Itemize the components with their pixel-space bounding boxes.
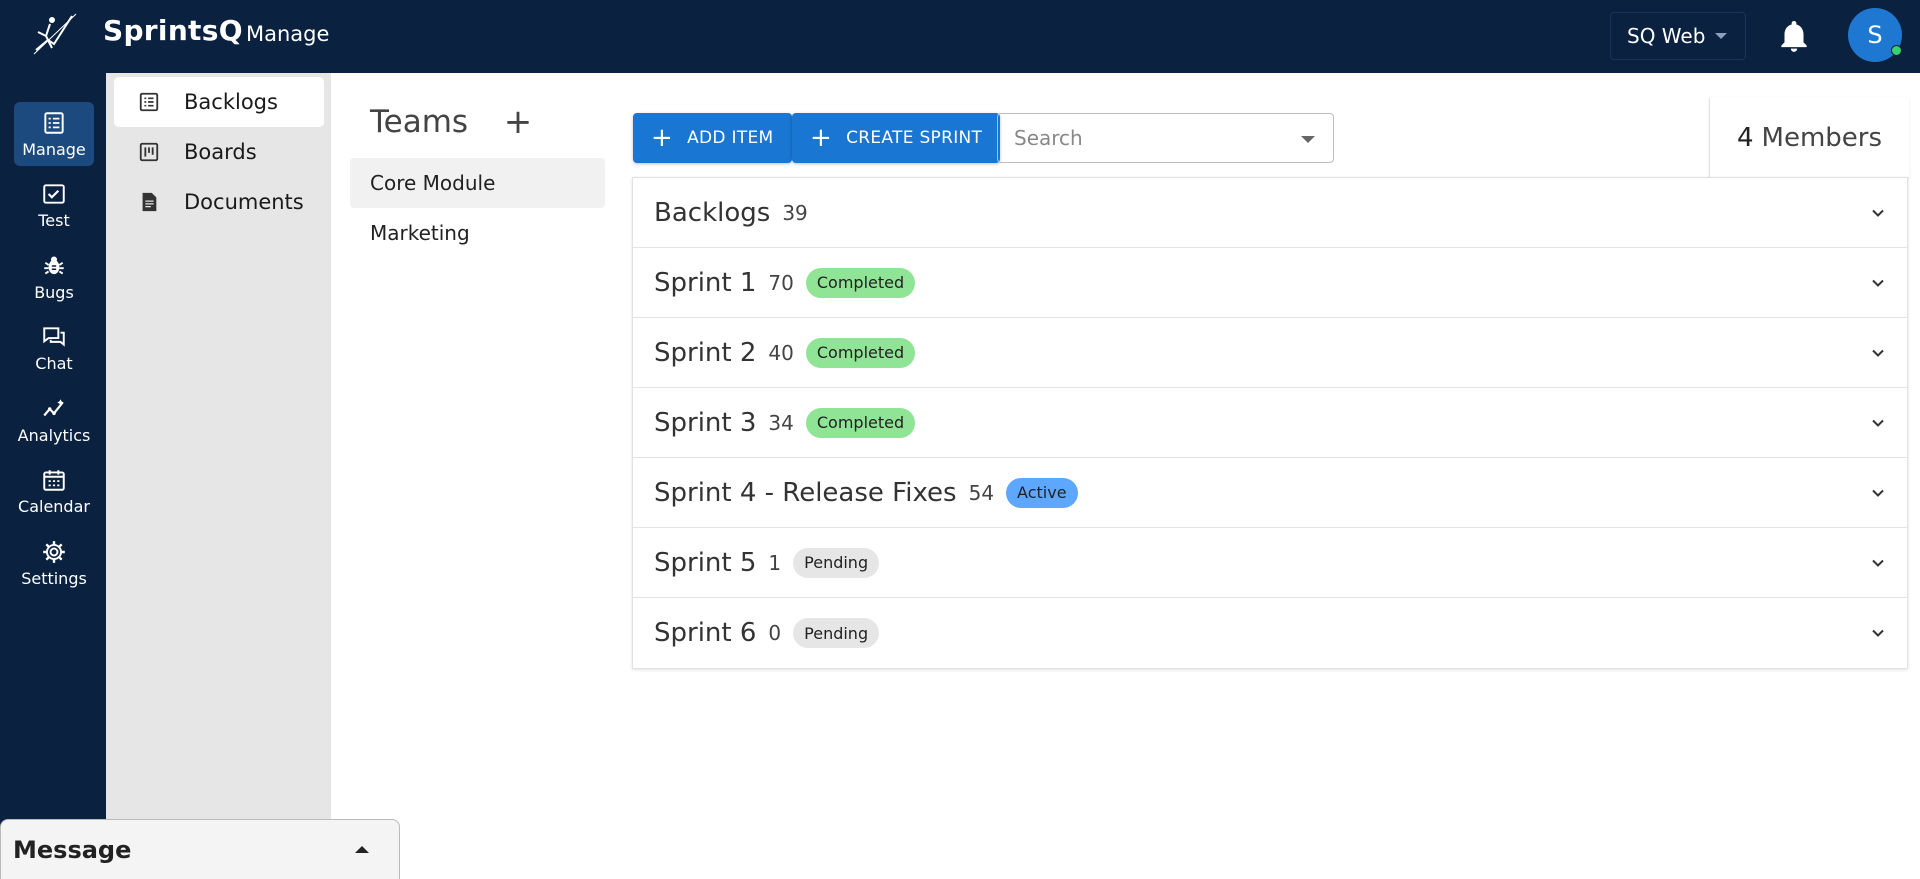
subnav-item-documents[interactable]: Documents (114, 177, 324, 227)
analytics-icon (43, 398, 64, 416)
sprint-item-count: 0 (768, 621, 782, 645)
create-sprint-button[interactable]: + CREATE SPRINT (792, 113, 1001, 163)
sprint-name: Sprint 5 (654, 547, 757, 578)
sprint-row[interactable]: Sprint 6 0 Pending (633, 598, 1907, 668)
status-badge: Pending (793, 547, 880, 578)
sprint-name: Sprint 6 (654, 618, 757, 648)
search-input[interactable] (1014, 126, 1284, 150)
subnav-item-label: Backlogs (184, 90, 278, 114)
sprint-name: Sprint 1 (654, 267, 757, 298)
status-badge: Completed (805, 407, 916, 438)
bell-icon[interactable] (1775, 17, 1813, 55)
sprint-row[interactable]: Sprint 2 40 Completed (633, 318, 1907, 388)
app-rail: Manage Test Bugs Chat Analytics Calendar… (0, 73, 106, 879)
rail-item-calendar[interactable]: Calendar (14, 459, 94, 523)
team-item-label: Core Module (370, 171, 496, 195)
message-panel[interactable]: Message (0, 819, 400, 879)
rail-item-label: Analytics (17, 425, 91, 445)
members-number: 4 (1736, 122, 1754, 153)
rail-item-label: Bugs (34, 282, 74, 302)
sprint-row[interactable]: Backlogs 39 (633, 178, 1907, 248)
logo-icon (33, 13, 77, 55)
subnav-item-boards[interactable]: Boards (114, 127, 324, 177)
rail-item-label: Calendar (18, 496, 90, 516)
status-badge: Pending (793, 618, 880, 648)
backlog-icon (139, 92, 159, 112)
settings-icon (43, 540, 65, 563)
online-status-dot (1891, 45, 1902, 56)
add-item-button[interactable]: + ADD ITEM (633, 113, 792, 163)
subnav-item-backlogs[interactable]: Backlogs (114, 77, 324, 127)
board-icon (139, 142, 159, 162)
top-bar: SprintsQ Manage SQ Web S (0, 0, 1920, 73)
manage-subnav: Backlogs Boards Documents (106, 73, 331, 879)
rail-item-manage[interactable]: Manage (14, 102, 94, 166)
status-badge: Active (1006, 477, 1078, 508)
avatar-initial: S (1867, 21, 1883, 49)
calendar-icon (43, 469, 65, 491)
project-select[interactable]: SQ Web (1610, 12, 1746, 60)
brand-section: Manage (246, 22, 330, 46)
chevron-down-icon[interactable] (1871, 206, 1885, 220)
sprint-item-count: 1 (768, 550, 782, 575)
rail-item-bugs[interactable]: Bugs (14, 245, 94, 309)
rail-item-analytics[interactable]: Analytics (14, 388, 94, 452)
chat-icon (43, 326, 65, 347)
search-field[interactable] (997, 113, 1334, 163)
chevron-up-icon[interactable] (355, 846, 369, 853)
sprint-list: Backlogs 39 Sprint 1 70 Completed Sprint 2 40 C… (632, 177, 1908, 669)
rail-item-test[interactable]: Test (14, 173, 94, 237)
sprint-name: Sprint 2 (654, 337, 757, 368)
bug-icon (44, 255, 64, 274)
sprint-row[interactable]: Sprint 5 1 Pending (633, 528, 1907, 598)
members-label: Members (1761, 122, 1883, 153)
sprint-item-count: 34 (768, 410, 794, 435)
document-icon (142, 192, 157, 212)
brand-name: SprintsQ (103, 14, 243, 47)
team-item-core-module[interactable]: Core Module (350, 158, 605, 208)
status-badge: Completed (805, 267, 916, 298)
plus-icon: + (810, 123, 833, 153)
rail-item-label: Test (38, 210, 70, 230)
sprint-name: Sprint 4 - Release Fixes (654, 477, 957, 508)
sprint-item-count: 54 (968, 480, 995, 505)
sprint-name: Sprint 3 (654, 407, 757, 438)
sprint-row[interactable]: Sprint 4 - Release Fixes 54 Active (633, 458, 1907, 528)
chevron-down-icon[interactable] (1871, 416, 1885, 430)
message-label: Message (13, 835, 132, 864)
add-team-button[interactable]: + (502, 104, 534, 140)
chevron-down-icon[interactable] (1871, 346, 1885, 360)
chevron-down-icon[interactable] (1871, 276, 1885, 290)
chevron-down-icon[interactable] (1871, 556, 1885, 570)
rail-item-chat[interactable]: Chat (14, 316, 94, 380)
status-badge: Completed (805, 337, 916, 368)
rail-item-label: Manage (22, 139, 86, 159)
chevron-down-icon[interactable] (1871, 486, 1885, 500)
manage-icon (44, 111, 64, 134)
subnav-item-label: Boards (184, 140, 257, 164)
rail-item-settings[interactable]: Settings (14, 531, 94, 595)
sprint-item-count: 70 (768, 270, 794, 295)
project-select-label: SQ Web (1627, 24, 1706, 48)
plus-icon: + (651, 123, 674, 153)
chevron-down-icon (1715, 33, 1728, 39)
subnav-item-label: Documents (184, 190, 304, 214)
rail-item-label: Settings (21, 568, 87, 588)
sprint-row[interactable]: Sprint 1 70 Completed (633, 248, 1907, 318)
teams-title: Teams (370, 104, 469, 140)
team-item-marketing[interactable]: Marketing (350, 208, 605, 258)
chevron-down-icon[interactable] (1301, 136, 1315, 143)
sprint-item-count: 40 (768, 340, 794, 365)
avatar[interactable]: S (1848, 8, 1902, 62)
team-item-label: Marketing (370, 221, 470, 245)
sprint-name: Backlogs (654, 197, 771, 228)
create-sprint-label: CREATE SPRINT (846, 128, 983, 148)
add-item-label: ADD ITEM (687, 128, 774, 148)
members-count[interactable]: 4 Members (1709, 98, 1909, 178)
rail-item-label: Chat (35, 353, 73, 373)
sprint-item-count: 39 (782, 200, 808, 225)
test-icon (43, 183, 65, 204)
sprint-row[interactable]: Sprint 3 34 Completed (633, 388, 1907, 458)
chevron-down-icon[interactable] (1871, 626, 1885, 640)
